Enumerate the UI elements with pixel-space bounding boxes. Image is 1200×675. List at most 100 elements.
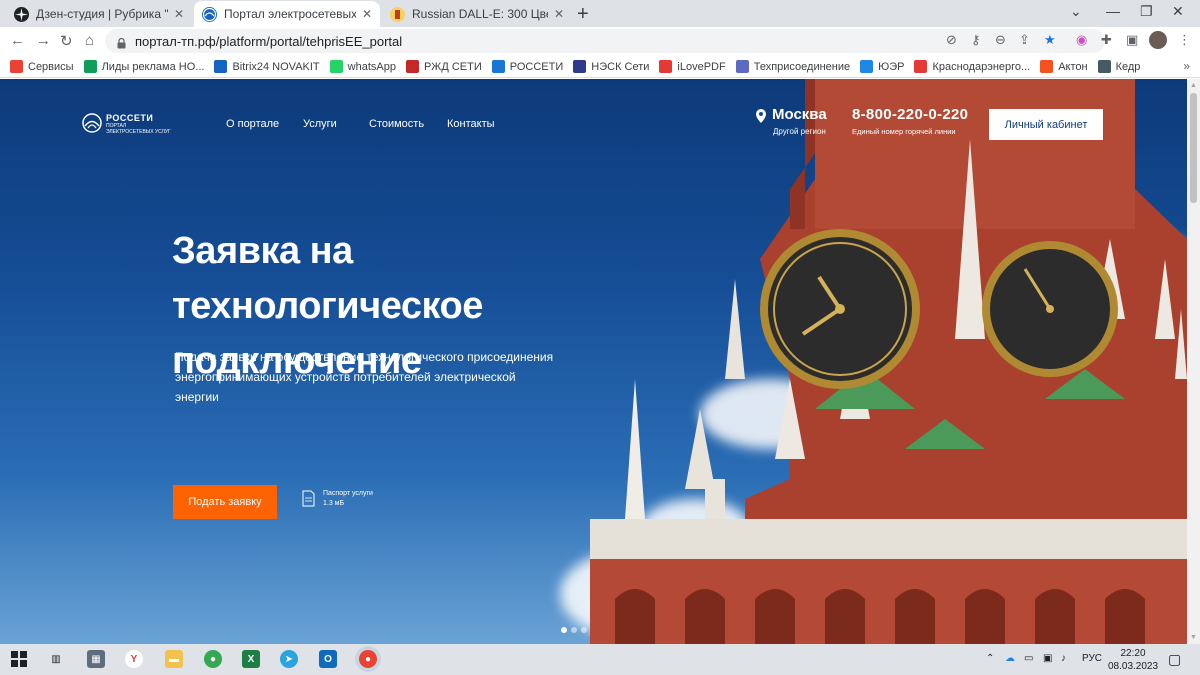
document-icon[interactable] xyxy=(302,490,315,507)
bookmark-item[interactable]: whatsApp xyxy=(329,60,396,73)
bookmarks-overflow-icon[interactable]: » xyxy=(1183,59,1190,73)
clock-time: 22:20 xyxy=(1120,648,1146,659)
bookmark-item[interactable]: НЭСК Сети xyxy=(573,60,649,73)
tray-app-icon[interactable]: ▭ xyxy=(1024,653,1033,664)
scroll-up-arrow-icon[interactable]: ▲ xyxy=(1190,82,1197,89)
nav-services[interactable]: Услуги xyxy=(303,118,337,130)
tab-dzen[interactable]: Дзен-студия | Рубрика "Кейсы и ✕ xyxy=(6,1,192,27)
slider-dot[interactable] xyxy=(561,627,567,633)
bookmark-label: Техприсоединение xyxy=(753,60,851,73)
key-icon[interactable]: ⚷ xyxy=(971,32,981,48)
menu-kebab-icon[interactable]: ⋮ xyxy=(1178,32,1191,48)
extensions-puzzle-icon[interactable]: ✚ xyxy=(1101,32,1112,48)
nav-contacts[interactable]: Контакты xyxy=(447,118,495,130)
new-tab-plus-icon[interactable]: + xyxy=(577,3,589,26)
share-icon[interactable]: ⇪ xyxy=(1019,32,1030,48)
file-explorer-icon[interactable]: ▬ xyxy=(165,650,183,668)
bookmark-label: Bitrix24 NOVAKIT xyxy=(232,60,320,73)
rosseti-logo[interactable]: РОССЕТИ ПОРТАЛ ЭЛЕКТРОСЕТЕВЫХ УСЛУГ xyxy=(82,113,171,135)
tab-rosseti-portal[interactable]: Портал электросетевых услуг | Р ✕ xyxy=(194,1,380,27)
hotline-phone[interactable]: 8-800-220-0-220 xyxy=(852,106,968,123)
minimize-icon[interactable]: — xyxy=(1106,3,1120,19)
bookmark-item[interactable]: Лиды реклама НО... xyxy=(83,60,204,73)
calculator-icon[interactable]: ▦ xyxy=(87,650,105,668)
bookmark-item[interactable]: Техприсоединение xyxy=(735,60,851,73)
bookmark-favicon-icon xyxy=(573,60,587,73)
bookmark-item[interactable]: Кедр xyxy=(1097,60,1140,73)
bookmark-item[interactable]: Краснодарэнерго... xyxy=(914,60,1030,73)
bookmark-star-icon[interactable]: ★ xyxy=(1044,32,1056,48)
tab-search-chevron-icon[interactable]: ⌄ xyxy=(1070,3,1082,20)
network-icon[interactable]: ▣ xyxy=(1043,653,1052,664)
bookmark-item[interactable]: РЖД СЕТИ xyxy=(405,60,482,73)
chrome-icon[interactable]: ● xyxy=(204,650,222,668)
yandex-browser-icon[interactable]: Y xyxy=(125,650,143,668)
telegram-icon[interactable]: ➤ xyxy=(280,650,298,668)
back-arrow-icon[interactable]: ← xyxy=(10,32,25,49)
system-clock[interactable]: 22:20 08.03.2023 xyxy=(1108,647,1158,673)
bookmark-favicon-icon xyxy=(329,60,343,73)
hero-desc-line: энергопринимающих устройств потребителей… xyxy=(175,370,516,404)
outlook-icon[interactable]: O xyxy=(319,650,337,668)
bookmark-item[interactable]: Актон xyxy=(1040,60,1088,73)
submit-application-button[interactable]: Подать заявку xyxy=(173,485,277,519)
notifications-icon[interactable]: ▢ xyxy=(1168,651,1181,668)
location-pin-icon xyxy=(756,109,766,123)
city-selector[interactable]: Москва xyxy=(772,106,827,123)
close-window-icon[interactable]: ✕ xyxy=(1172,3,1184,20)
bookmark-favicon-icon xyxy=(735,60,749,73)
tray-chevron-icon[interactable]: ⌃ xyxy=(986,653,994,664)
nav-about[interactable]: О портале xyxy=(226,118,279,130)
hero-description: Подача заявки на осуществление технологи… xyxy=(175,347,555,407)
rosseti-favicon-icon xyxy=(202,6,217,22)
slider-dot[interactable] xyxy=(581,627,587,633)
page-scrollbar[interactable]: ▲ ▼ xyxy=(1187,79,1200,644)
bookmark-label: Краснодарэнерго... xyxy=(932,60,1031,73)
zoom-icon[interactable]: ⊖ xyxy=(995,32,1006,48)
browser-window: Дзен-студия | Рубрика "Кейсы и ✕ Портал … xyxy=(0,0,1200,675)
bookmark-item[interactable]: Bitrix24 NOVAKIT xyxy=(214,60,320,73)
personal-account-button[interactable]: Личный кабинет xyxy=(989,109,1103,140)
profile-avatar[interactable] xyxy=(1149,31,1167,49)
tab-dalle[interactable]: Russian DALL-E: 300 Цветков ро ✕ xyxy=(382,1,572,27)
nav-pricing[interactable]: Стоимость xyxy=(369,118,424,130)
hero-section: РОССЕТИ ПОРТАЛ ЭЛЕКТРОСЕТЕВЫХ УСЛУГ О по… xyxy=(0,79,1187,644)
bookmark-item[interactable]: РОССЕТИ xyxy=(491,60,564,73)
bookmark-label: Актон xyxy=(1058,60,1088,73)
bookmark-label: Сервисы xyxy=(28,60,74,73)
excel-icon[interactable]: X xyxy=(242,650,260,668)
chrome-active-icon[interactable]: ● xyxy=(359,650,377,668)
tab-title: Портал электросетевых услуг | Р xyxy=(224,7,356,21)
bookmark-label: whatsApp xyxy=(347,60,396,73)
close-tab-icon[interactable]: ✕ xyxy=(174,7,184,21)
home-icon[interactable]: ⌂ xyxy=(85,32,94,49)
task-view-icon[interactable]: ▥ xyxy=(47,650,65,668)
side-panel-icon[interactable]: ▣ xyxy=(1126,32,1138,48)
scrollbar-thumb[interactable] xyxy=(1190,93,1197,203)
scroll-down-arrow-icon[interactable]: ▼ xyxy=(1190,634,1197,641)
other-region-link[interactable]: Другой регион xyxy=(773,127,826,136)
language-indicator[interactable]: РУС xyxy=(1082,653,1102,664)
bookmark-item[interactable]: Сервисы xyxy=(10,60,74,73)
reload-icon[interactable]: ↻ xyxy=(60,32,73,50)
blocked-popup-icon[interactable]: ⊘ xyxy=(946,32,957,48)
slider-dot[interactable] xyxy=(571,627,577,633)
service-passport-size: 1.3 мБ xyxy=(323,500,345,507)
service-passport-link[interactable]: Паспорт услуги xyxy=(323,490,373,497)
extension-icon[interactable]: ◉ xyxy=(1076,32,1087,48)
close-tab-icon[interactable]: ✕ xyxy=(554,7,564,21)
hotline-caption: Единый номер горячей линии xyxy=(852,127,956,136)
bookmark-label: РОССЕТИ xyxy=(509,60,564,73)
volume-icon[interactable]: ♪ xyxy=(1061,653,1066,664)
bookmark-item[interactable]: ЮЭР xyxy=(860,60,904,73)
bookmark-label: НЭСК Сети xyxy=(591,60,650,73)
onedrive-cloud-icon[interactable]: ☁ xyxy=(1005,653,1015,664)
bookmark-favicon-icon xyxy=(83,60,97,73)
close-tab-icon[interactable]: ✕ xyxy=(362,7,372,21)
maximize-icon[interactable]: ❐ xyxy=(1140,3,1153,20)
logo-sub: ЭЛЕКТРОСЕТЕВЫХ УСЛУГ xyxy=(106,129,171,135)
forward-arrow-icon[interactable]: → xyxy=(36,32,51,49)
bookmark-item[interactable]: iLovePDF xyxy=(659,60,726,73)
windows-start-icon[interactable] xyxy=(10,650,28,668)
lock-icon[interactable] xyxy=(117,36,126,49)
